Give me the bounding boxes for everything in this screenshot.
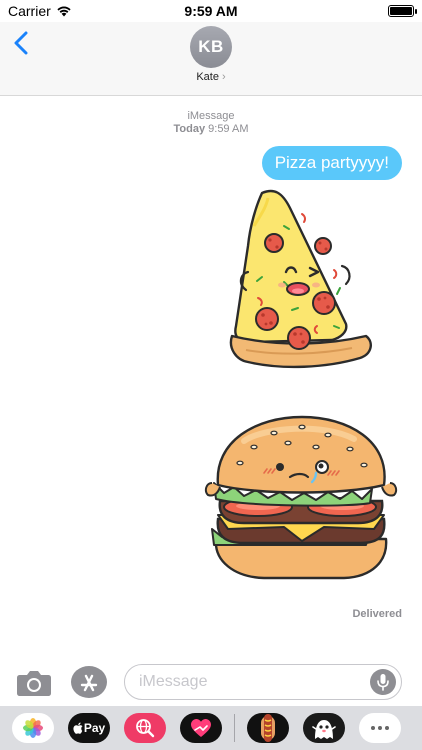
battery-icon: [388, 5, 417, 17]
message-timestamp: Today 9:59 AM: [0, 123, 422, 135]
message-input-placeholder: iMessage: [139, 673, 208, 690]
contact-avatar[interactable]: KB: [190, 26, 232, 68]
dictation-button[interactable]: [370, 669, 396, 695]
apple-pay-label: Pay: [83, 721, 106, 735]
heart-icon: [191, 719, 211, 737]
status-time: 9:59 AM: [184, 3, 238, 19]
timestamp-time: 9:59 AM: [208, 123, 249, 135]
apple-icon: [73, 722, 83, 734]
more-dot-icon: [371, 726, 375, 730]
digital-touch-app-button[interactable]: [180, 713, 222, 743]
status-bar: Carrier 9:59 AM: [0, 0, 422, 22]
more-dot-icon: [378, 726, 382, 730]
hotdog-sticker-app-button[interactable]: [247, 713, 289, 743]
message-input[interactable]: iMessage: [124, 664, 402, 700]
pizza-sticker[interactable]: [222, 186, 374, 382]
more-dot-icon: [385, 726, 389, 730]
apple-pay-app-button[interactable]: Pay: [68, 713, 110, 743]
more-apps-button[interactable]: [359, 713, 401, 743]
messages-screen: Carrier 9:59 AM KB Kate › iMessage Today…: [0, 0, 422, 750]
images-search-app-button[interactable]: [124, 713, 166, 743]
service-label: iMessage: [187, 110, 235, 122]
app-store-icon: [80, 674, 98, 692]
microphone-icon: [377, 674, 389, 691]
delivery-status: Delivered: [352, 608, 402, 620]
app-store-button[interactable]: [71, 666, 107, 698]
contact-name-button[interactable]: Kate ›: [0, 71, 422, 83]
sent-message-bubble[interactable]: Pizza partyyyy!: [261, 146, 402, 180]
compose-bar: iMessage: [0, 660, 422, 706]
photos-app-button[interactable]: [12, 713, 54, 743]
hotdog-icon: [261, 714, 275, 742]
chevron-right-icon: ›: [221, 71, 226, 83]
camera-icon: [17, 671, 51, 696]
conversation-header: KB Kate ›: [0, 22, 422, 96]
contact-name: Kate: [196, 71, 219, 83]
ghost-sticker-app-button[interactable]: [303, 713, 345, 743]
app-drawer: Pay: [0, 706, 422, 750]
drawer-divider: [234, 714, 235, 742]
back-button[interactable]: [10, 30, 32, 56]
chevron-left-icon: [14, 31, 28, 55]
photos-icon: [23, 718, 43, 738]
camera-button[interactable]: [16, 667, 52, 697]
ghost-icon: [312, 720, 336, 739]
timestamp-day: Today: [173, 123, 206, 135]
globe-search-icon: [136, 719, 155, 738]
burger-sticker[interactable]: [204, 411, 398, 581]
